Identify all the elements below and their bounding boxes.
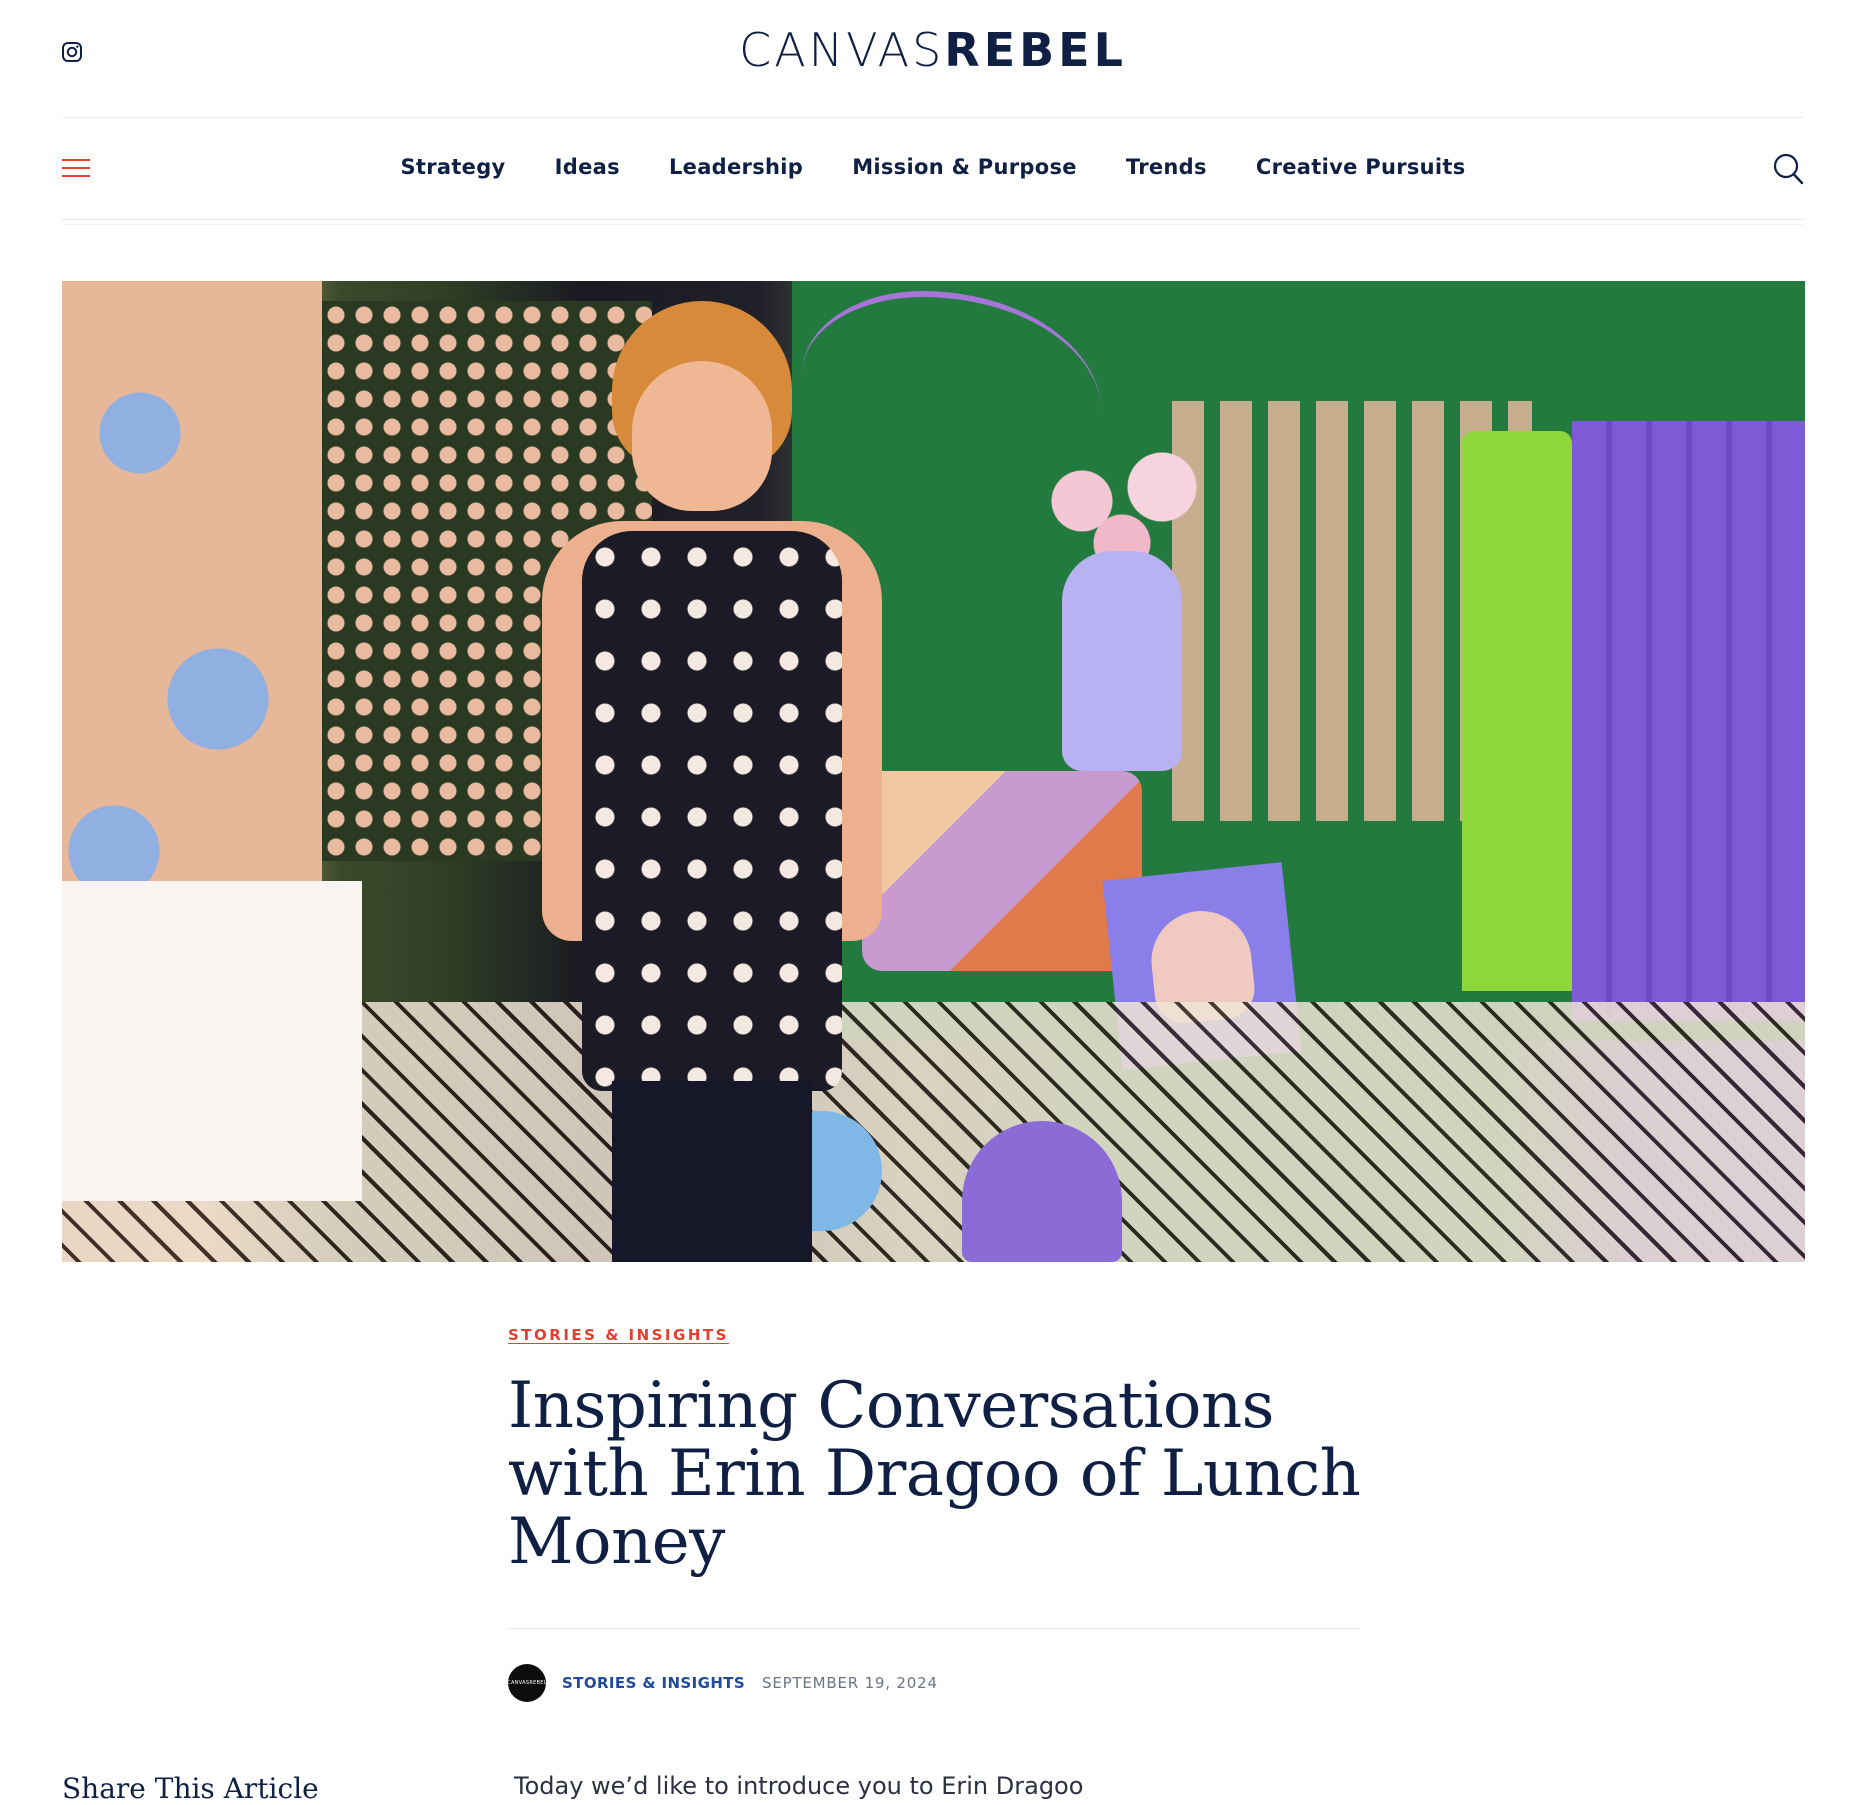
hero-image [62, 281, 1805, 1262]
share-heading: Share This Article [62, 1772, 319, 1805]
hero-person-legs [612, 1081, 812, 1262]
nav-item-leadership[interactable]: Leadership [669, 155, 803, 179]
nav-item-mission-purpose[interactable]: Mission & Purpose [852, 155, 1077, 179]
search-icon[interactable] [1772, 152, 1804, 186]
site-logo[interactable]: CANVASREBEL [0, 24, 1866, 76]
nav-item-trends[interactable]: Trends [1126, 155, 1207, 179]
hero-person [492, 301, 932, 1262]
article-title: Inspiring Conversations with Erin Dragoo… [508, 1369, 1361, 1579]
hero-counter [62, 881, 362, 1201]
nav-item-ideas[interactable]: Ideas [555, 155, 620, 179]
nav-item-creative-pursuits[interactable]: Creative Pursuits [1256, 155, 1466, 179]
publish-date: SEPTEMBER 19, 2024 [762, 1674, 938, 1692]
hero-flowers [1022, 431, 1222, 571]
logo-text-rebel: REBEL [944, 23, 1127, 77]
author-avatar[interactable]: CANVASREBEL [507, 1664, 547, 1702]
hero-purple-dresses [1572, 421, 1805, 1021]
nav-item-strategy[interactable]: Strategy [400, 155, 505, 179]
hero-person-top [582, 531, 842, 1091]
author-link[interactable]: STORIES & INSIGHTS [562, 1674, 745, 1692]
nav-divider-shadow [62, 224, 1804, 225]
hero-person-face [632, 361, 772, 511]
nav-menu: Strategy Ideas Leadership Mission & Purp… [0, 155, 1866, 179]
hero-bust-statue [1062, 551, 1182, 771]
logo-text-canvas: CANVAS [739, 23, 945, 77]
title-divider [508, 1628, 1360, 1629]
article-category-link[interactable]: STORIES & INSIGHTS [508, 1326, 729, 1344]
site-header: CANVASREBEL [0, 0, 1866, 118]
hero-green-dresses [1462, 431, 1572, 991]
nav-divider [62, 219, 1804, 220]
article-intro: Today we’d like to introduce you to Erin… [514, 1772, 1084, 1800]
